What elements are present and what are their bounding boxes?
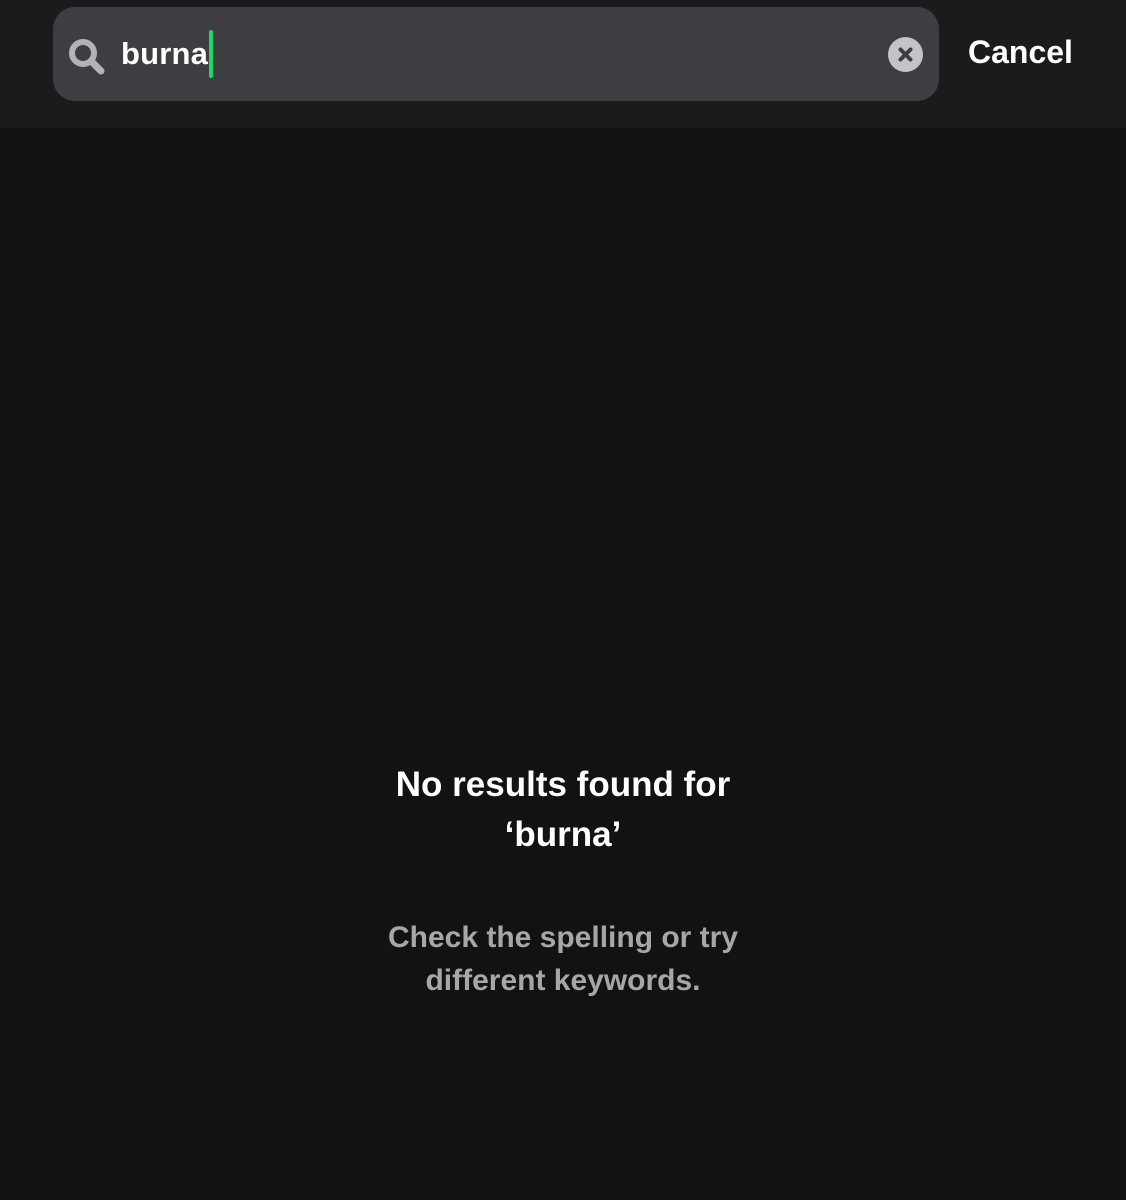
search-screen: burna Cancel No results found for ‘burna… xyxy=(0,0,1126,1200)
clear-search-button[interactable] xyxy=(888,37,923,72)
no-results-query: ‘burna’ xyxy=(504,815,622,854)
no-results-hint: Check the spelling or try different keyw… xyxy=(263,916,863,1002)
no-results-title: No results found for ‘burna’ xyxy=(263,760,863,860)
search-input-value[interactable]: burna xyxy=(121,30,208,78)
search-header: burna Cancel xyxy=(0,0,1126,128)
cancel-button[interactable]: Cancel xyxy=(968,30,1073,74)
no-results-hint-line2: different keywords. xyxy=(425,964,701,997)
no-results-hint-line1: Check the spelling or try xyxy=(387,921,739,954)
search-icon xyxy=(69,39,105,75)
close-icon xyxy=(898,47,913,62)
search-input[interactable]: burna xyxy=(121,30,214,78)
empty-state: No results found for ‘burna’ Check the s… xyxy=(263,760,863,1002)
text-cursor xyxy=(209,30,214,78)
no-results-title-line1: No results found for xyxy=(395,765,731,804)
